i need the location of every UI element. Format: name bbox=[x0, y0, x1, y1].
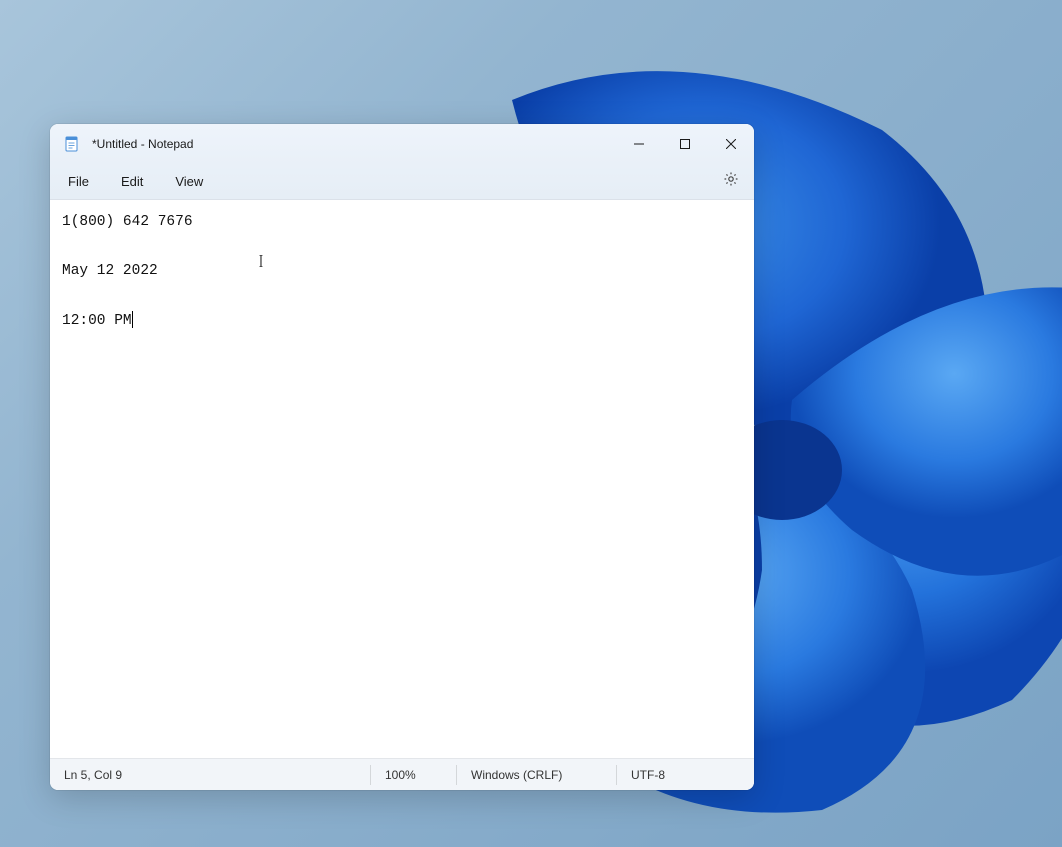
editor-line: 12:00 PM bbox=[62, 313, 132, 329]
text-caret bbox=[132, 311, 133, 328]
gear-icon bbox=[723, 171, 739, 192]
text-editor[interactable]: 1(800) 642 7676 May 12 2022 12:00 PM I bbox=[50, 200, 754, 758]
menu-edit[interactable]: Edit bbox=[109, 168, 155, 195]
menubar: File Edit View bbox=[50, 164, 754, 200]
mouse-ibeam-cursor: I bbox=[259, 246, 263, 277]
maximize-button[interactable] bbox=[662, 124, 708, 164]
notepad-icon bbox=[64, 136, 80, 152]
minimize-button[interactable] bbox=[616, 124, 662, 164]
notepad-window: *Untitled - Notepad File Edit View bbox=[50, 124, 754, 790]
status-zoom[interactable]: 100% bbox=[370, 765, 456, 785]
close-button[interactable] bbox=[708, 124, 754, 164]
window-controls bbox=[616, 124, 754, 164]
editor-line: 1(800) 642 7676 bbox=[62, 214, 193, 230]
editor-line: May 12 2022 bbox=[62, 263, 158, 279]
status-line-ending[interactable]: Windows (CRLF) bbox=[456, 765, 616, 785]
settings-button[interactable] bbox=[714, 167, 748, 197]
window-title: *Untitled - Notepad bbox=[92, 137, 616, 151]
menu-file[interactable]: File bbox=[56, 168, 101, 195]
status-encoding[interactable]: UTF-8 bbox=[616, 765, 754, 785]
menu-view[interactable]: View bbox=[163, 168, 215, 195]
status-position: Ln 5, Col 9 bbox=[50, 765, 370, 785]
titlebar[interactable]: *Untitled - Notepad bbox=[50, 124, 754, 164]
statusbar: Ln 5, Col 9 100% Windows (CRLF) UTF-8 bbox=[50, 758, 754, 790]
